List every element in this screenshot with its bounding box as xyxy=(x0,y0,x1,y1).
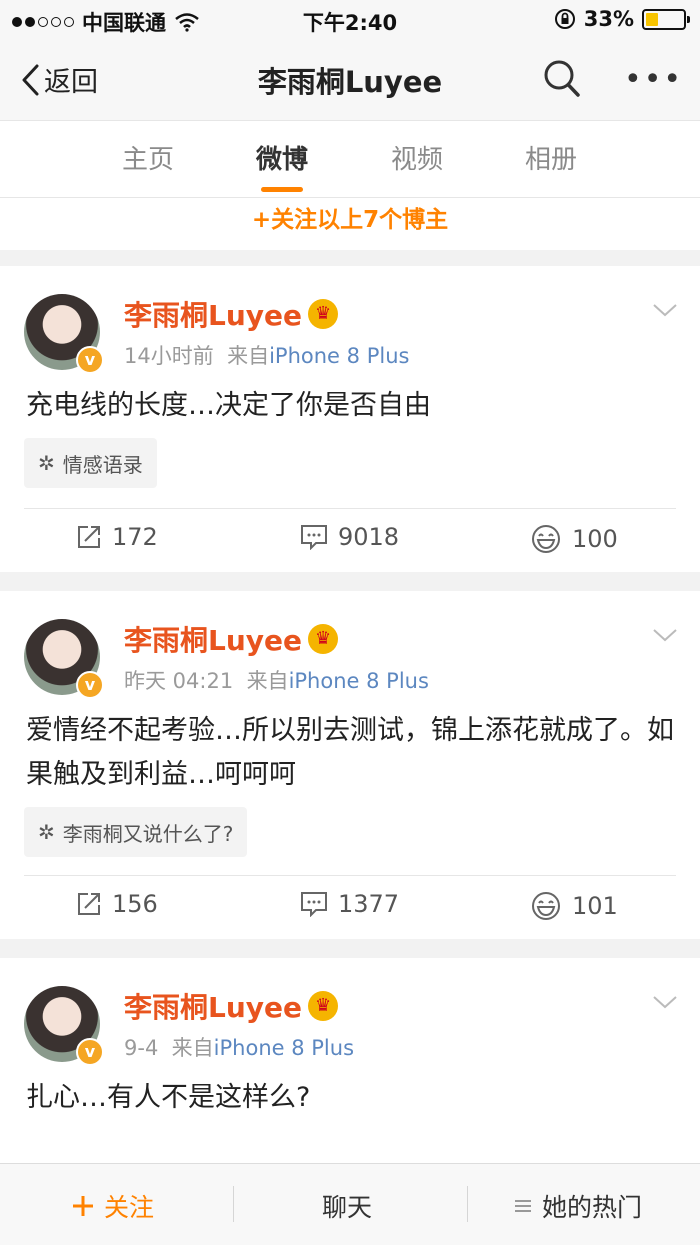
author-name-text: 李雨桐Luyee xyxy=(124,991,303,1024)
topic-tag[interactable]: ✲ 李雨桐又说什么了? xyxy=(24,807,248,857)
like-icon xyxy=(532,892,560,920)
follow-button[interactable]: 关注 xyxy=(72,1188,154,1224)
vip-crown-icon: ♛ xyxy=(308,299,339,329)
comment-button[interactable]: 1377 xyxy=(300,890,399,918)
repost-button[interactable]: 156 xyxy=(76,890,158,918)
follow-label: 关注 xyxy=(104,1193,155,1222)
post-actions: 156 1377 101 xyxy=(24,875,676,937)
topic-tag[interactable]: ✲ 情感语录 xyxy=(24,438,157,488)
post-source[interactable]: iPhone 8 Plus xyxy=(214,1036,354,1060)
source-prefix: 来自 xyxy=(171,1036,214,1060)
avatar[interactable]: v xyxy=(24,619,104,699)
like-count: 100 xyxy=(572,525,618,553)
avatar[interactable]: v xyxy=(24,986,104,1066)
post-content: 扎心…有人不是这样么? xyxy=(26,1082,311,1113)
like-button[interactable]: 101 xyxy=(530,890,618,922)
topic-label: 情感语录 xyxy=(62,452,143,477)
like-icon xyxy=(532,525,560,553)
battery-group: 33% xyxy=(554,7,690,31)
topic-label: 李雨桐又说什么了? xyxy=(62,821,234,846)
battery-fill xyxy=(646,12,658,26)
status-bar: 中国联通 下午2:40 33% xyxy=(0,0,700,40)
post-content: 充电线的长度…决定了你是否自由 xyxy=(26,390,431,421)
post-source[interactable]: iPhone 8 Plus xyxy=(269,344,409,368)
post-card: v 李雨桐Luyee ♛ 9-4 来自iPhone 8 Plus 扎心…有人不是… xyxy=(0,958,700,1163)
comment-count: 1377 xyxy=(338,890,400,918)
comment-icon xyxy=(301,525,327,550)
post-time: 9-4 xyxy=(124,1036,159,1060)
post-meta: 14小时前 来自iPhone 8 Plus xyxy=(124,340,409,370)
tab-video[interactable]: 视频 xyxy=(357,139,477,176)
post-card: v 李雨桐Luyee ♛ 昨天 04:21 来自iPhone 8 Plus 爱情… xyxy=(0,591,700,939)
repost-icon xyxy=(78,526,100,548)
profile-tabs: 主页 微博 视频 相册 xyxy=(0,120,700,198)
like-count: 101 xyxy=(572,892,618,920)
divider xyxy=(467,1186,468,1222)
tab-album[interactable]: 相册 xyxy=(491,139,611,176)
more-icon[interactable]: ••• xyxy=(624,62,683,97)
chevron-down-icon[interactable] xyxy=(652,627,678,643)
battery-percent: 33% xyxy=(583,7,634,31)
her-hot-button[interactable]: 她的热门 xyxy=(514,1188,642,1224)
author-name[interactable]: 李雨桐Luyee ♛ xyxy=(124,986,339,1026)
divider xyxy=(233,1186,234,1222)
author-name[interactable]: 李雨桐Luyee ♛ xyxy=(124,619,339,659)
post-time: 14小时前 xyxy=(124,344,214,368)
repost-icon xyxy=(78,893,100,915)
vip-crown-icon: ♛ xyxy=(308,991,339,1021)
like-button[interactable]: 100 xyxy=(530,523,618,555)
chat-label: 聊天 xyxy=(322,1193,373,1222)
nav-bar: 返回 李雨桐Luyee ••• xyxy=(0,40,700,120)
bottom-action-bar: 关注 聊天 她的热门 xyxy=(0,1163,700,1245)
active-tab-indicator xyxy=(261,187,303,192)
tab-home[interactable]: 主页 xyxy=(88,139,208,176)
repost-button[interactable]: 172 xyxy=(76,523,158,551)
source-prefix: 来自 xyxy=(227,344,270,368)
comment-count: 9018 xyxy=(338,523,400,551)
comment-icon xyxy=(301,892,327,917)
chat-button[interactable]: 聊天 xyxy=(322,1188,372,1224)
orientation-lock-icon xyxy=(554,9,575,29)
post-meta: 9-4 来自iPhone 8 Plus xyxy=(124,1032,354,1062)
verified-badge-icon: v xyxy=(76,671,104,699)
source-prefix: 来自 xyxy=(246,669,289,693)
chevron-down-icon[interactable] xyxy=(652,994,678,1010)
vip-crown-icon: ♛ xyxy=(308,624,339,654)
battery-icon xyxy=(642,8,690,30)
repost-count: 156 xyxy=(112,890,158,918)
page-title: 李雨桐Luyee xyxy=(257,65,443,99)
comment-button[interactable]: 9018 xyxy=(300,523,399,551)
verified-badge-icon: v xyxy=(76,1038,104,1066)
verified-badge-icon: v xyxy=(76,346,104,374)
follow-recommended-link[interactable]: +关注以上7个博主 xyxy=(0,198,700,250)
chevron-down-icon[interactable] xyxy=(652,302,678,318)
plus-icon xyxy=(73,1196,93,1216)
author-name-text: 李雨桐Luyee xyxy=(124,299,303,332)
post-actions: 172 9018 100 xyxy=(24,508,676,570)
tab-weibo[interactable]: 微博 xyxy=(222,139,342,176)
post-card: v 李雨桐Luyee ♛ 14小时前 来自iPhone 8 Plus 充电线的长… xyxy=(0,266,700,572)
search-icon[interactable] xyxy=(543,59,581,99)
author-name[interactable]: 李雨桐Luyee ♛ xyxy=(124,294,339,334)
post-source[interactable]: iPhone 8 Plus xyxy=(289,669,429,693)
topic-icon: ✲ xyxy=(38,820,55,844)
post-content: 爱情经不起考验…所以别去测试，锦上添花就成了。如果触及到利益…呵呵呵 xyxy=(26,715,674,790)
post-time: 昨天 04:21 xyxy=(124,669,234,693)
hot-label: 她的热门 xyxy=(542,1193,643,1222)
repost-count: 172 xyxy=(112,523,158,551)
menu-icon xyxy=(515,1200,531,1212)
post-meta: 昨天 04:21 来自iPhone 8 Plus xyxy=(124,665,429,695)
topic-icon: ✲ xyxy=(38,451,55,475)
author-name-text: 李雨桐Luyee xyxy=(124,624,303,657)
avatar[interactable]: v xyxy=(24,294,104,374)
